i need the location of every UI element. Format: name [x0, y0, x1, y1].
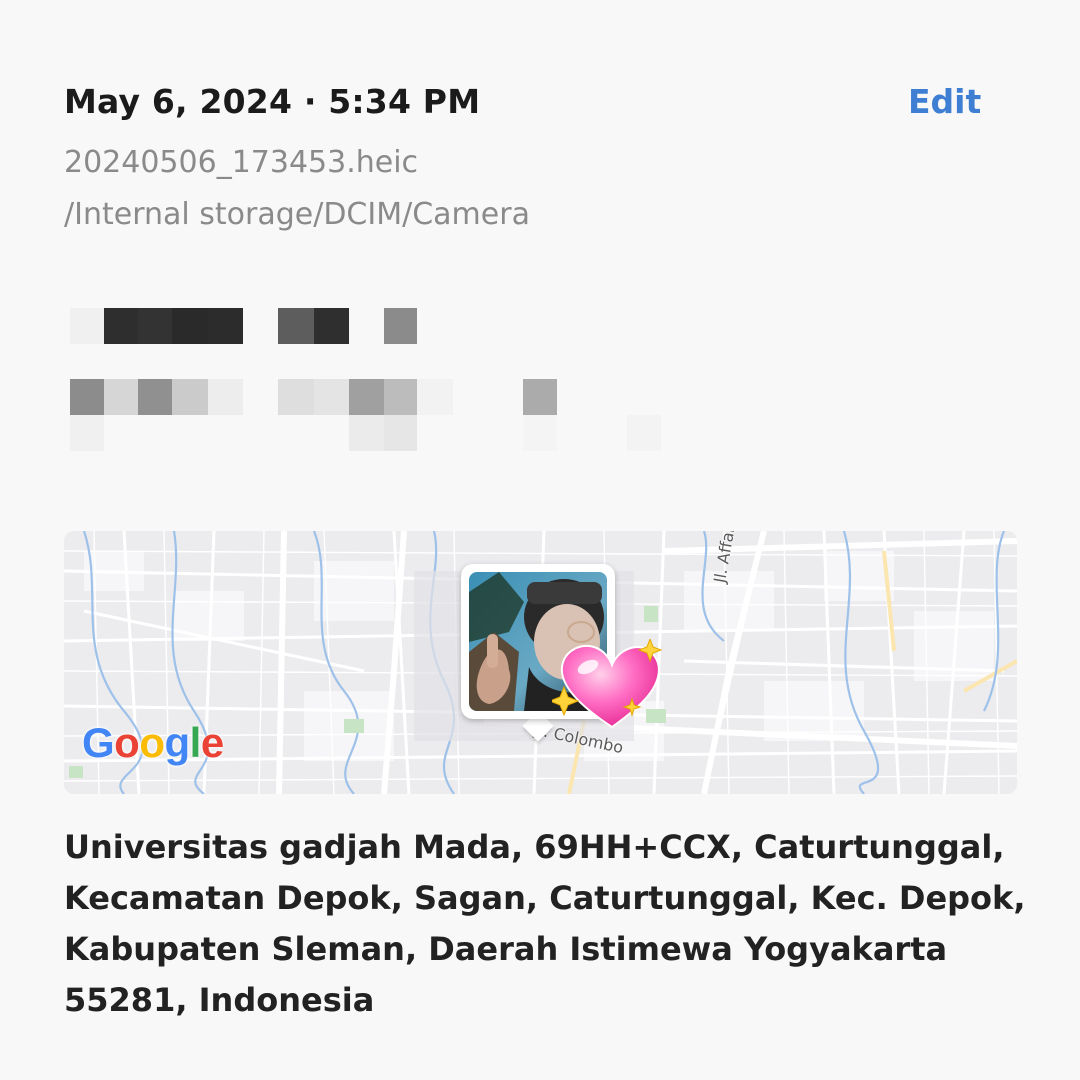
location-map[interactable]: Jl. Colombo Jl. Affandi Google	[64, 531, 1017, 794]
google-logo: Google	[82, 719, 224, 766]
file-path: /Internal storage/DCIM/Camera	[64, 197, 530, 232]
location-address: Universitas gadjah Mada, 69HH+CCX, Catur…	[64, 828, 1026, 1019]
header-date-time: May 6, 2024 · 5:34 PM	[64, 82, 481, 121]
file-name: 20240506_173453.heic	[64, 145, 419, 180]
edit-button[interactable]: Edit	[908, 82, 981, 121]
